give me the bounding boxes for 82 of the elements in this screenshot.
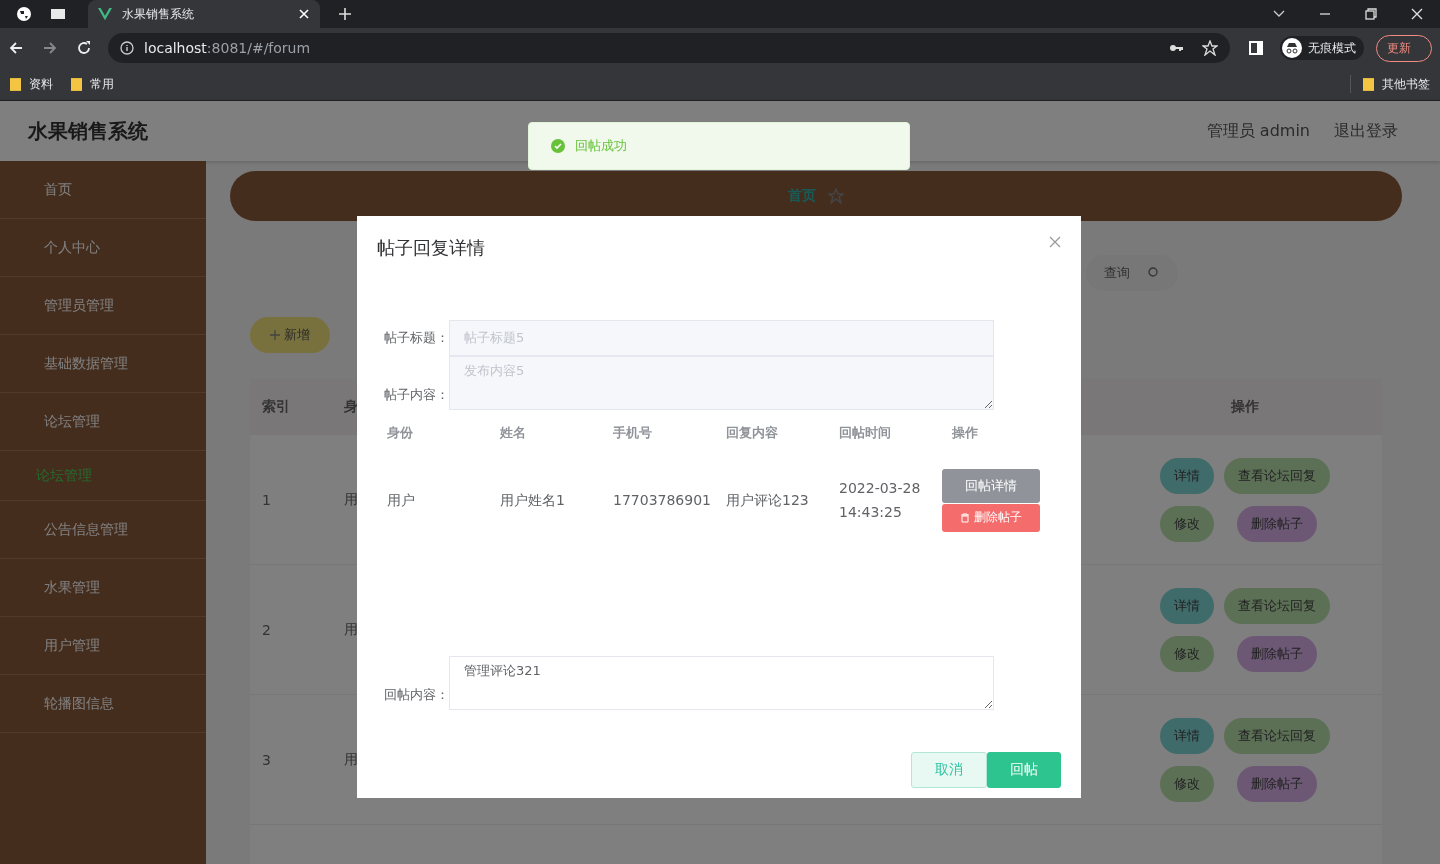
column-header: 回帖时间	[838, 424, 892, 442]
sidebar-item[interactable]: 轮播图信息	[0, 675, 206, 733]
action-button[interactable]: 查看论坛回复	[1224, 587, 1330, 624]
reload-icon[interactable]	[76, 40, 92, 56]
add-button[interactable]: 新增	[250, 317, 330, 353]
sidebar-item[interactable]: 首页	[0, 161, 206, 219]
action-button[interactable]: 修改	[1160, 635, 1214, 672]
row-action-button[interactable]: 删除帖子	[942, 503, 1040, 532]
star-icon[interactable]	[1202, 40, 1218, 56]
plus-icon[interactable]	[338, 7, 352, 21]
action-button[interactable]: 详情	[1160, 457, 1214, 494]
table-cell: 用	[344, 620, 358, 639]
incognito-indicator[interactable]: 无痕模式	[1280, 36, 1364, 60]
column-header: 索引	[262, 398, 290, 416]
field-label: 帖子内容：	[383, 386, 449, 404]
bookmark-item[interactable]: 其他书签	[1382, 75, 1430, 93]
column-header: 操作	[951, 424, 979, 442]
toast-message: 回帖成功	[575, 137, 627, 155]
trash-icon	[960, 512, 970, 523]
restore-icon[interactable]	[1364, 7, 1378, 21]
table-cell-text: 2022-03-28 14:43:25	[838, 479, 922, 522]
check-circle-icon	[551, 139, 565, 153]
table-cell-text: 17703786901	[612, 491, 712, 510]
action-button[interactable]: 查看论坛回复	[1224, 717, 1330, 754]
forward-arrow-icon[interactable]	[42, 40, 58, 56]
sidebar-item[interactable]: 个人中心	[0, 219, 206, 277]
action-button[interactable]: 修改	[1160, 765, 1214, 802]
breadcrumb-link[interactable]: 首页	[788, 187, 816, 205]
column-header: 操作	[1230, 398, 1260, 416]
window-icon[interactable]	[50, 6, 66, 22]
bookmark-item[interactable]: 资料	[29, 75, 53, 93]
table-cell-text: 用户姓名1	[499, 491, 566, 510]
bookmark-item[interactable]: 常用	[90, 75, 114, 93]
star-icon	[828, 188, 844, 204]
v-logo-icon	[98, 7, 112, 21]
field-label: 回帖内容：	[383, 686, 449, 704]
dialog-title: 帖子回复详情	[377, 236, 485, 260]
folder-icon[interactable]	[71, 77, 82, 91]
info-icon	[120, 41, 134, 55]
sidebar-item[interactable]: 论坛管理	[0, 393, 206, 451]
tab-title: 水果销售系统	[122, 5, 195, 23]
action-button[interactable]: 详情	[1160, 587, 1214, 624]
table-cell-text: 3	[262, 751, 272, 768]
table-cell-text: 用户评论123	[725, 491, 810, 510]
submit-button[interactable]: 回帖	[987, 752, 1061, 788]
plus-icon	[270, 330, 280, 340]
back-arrow-icon[interactable]	[8, 40, 24, 56]
incognito-icon	[1282, 38, 1302, 58]
action-button[interactable]: 删除帖子	[1237, 505, 1317, 542]
action-button[interactable]: 删除帖子	[1237, 765, 1317, 802]
reply-field[interactable]: 管理评论321	[449, 656, 994, 710]
table-cell-text: 1	[262, 491, 272, 508]
column-header: 回复内容	[725, 424, 779, 442]
table-cell: 用	[344, 750, 358, 769]
action-button[interactable]: 查看论坛回复	[1224, 457, 1330, 494]
table-cell: 用	[344, 490, 358, 509]
user-label: 管理员 admin	[1206, 120, 1310, 142]
action-button[interactable]: 修改	[1160, 505, 1214, 542]
table-cell-text: 用户	[386, 491, 416, 510]
browser-tab[interactable]: 水果销售系统	[88, 0, 320, 28]
column-header: 手机号	[612, 424, 653, 442]
cancel-button[interactable]: 取消	[911, 752, 987, 788]
field-label: 帖子标题：	[383, 329, 449, 347]
side-panel-icon[interactable]	[1248, 40, 1264, 56]
table-cell-text: 2	[262, 621, 272, 638]
action-button[interactable]: 详情	[1160, 717, 1214, 754]
sidebar-item[interactable]: 水果管理	[0, 559, 206, 617]
column-header: 姓名	[499, 424, 527, 442]
update-button[interactable]: 更新	[1376, 34, 1432, 62]
logout-link[interactable]: 退出登录	[1334, 120, 1398, 142]
sidebar-item[interactable]: 公告信息管理	[0, 501, 206, 559]
sidebar-item[interactable]: 管理员管理	[0, 277, 206, 335]
action-button[interactable]: 删除帖子	[1237, 635, 1317, 672]
app-title: 水果销售系统	[28, 117, 148, 145]
folder-icon[interactable]	[1363, 77, 1374, 91]
sidebar-item[interactable]: 用户管理	[0, 617, 206, 675]
row-action-button[interactable]: 回帖详情	[942, 468, 1040, 503]
folder-icon[interactable]	[10, 77, 21, 91]
column-header: 身	[344, 398, 358, 416]
column-header: 身份	[386, 424, 414, 442]
address-bar[interactable]: localhost:8081/#/forum	[108, 33, 1230, 63]
sidebar-item[interactable]: 基础数据管理	[0, 335, 206, 393]
